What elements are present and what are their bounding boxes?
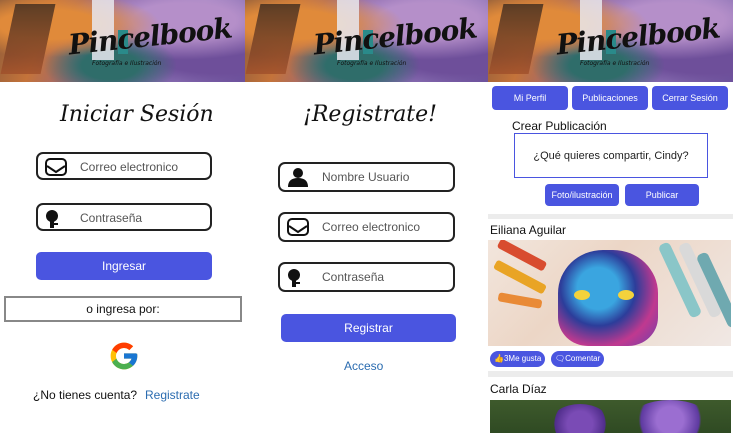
nav-my-profile[interactable]: Mi Perfil — [492, 86, 568, 110]
envelope-icon — [287, 218, 309, 236]
tagline: Fotografía e Ilustración — [92, 60, 162, 67]
email-placeholder: Correo electronico — [80, 160, 179, 174]
login-screen: Pincelbook Fotografía e Ilustración Inic… — [0, 0, 245, 433]
login-button[interactable]: Ingresar — [36, 252, 212, 280]
login-link[interactable]: Acceso — [344, 359, 383, 373]
post-image — [488, 240, 731, 346]
password-placeholder: Contraseña — [80, 211, 143, 225]
password-field[interactable]: Contraseña — [36, 203, 212, 231]
comment-button[interactable]: 🗨Comentar — [551, 351, 605, 367]
register-button[interactable]: Registrar — [281, 314, 456, 342]
thumbs-up-icon: 👍 — [494, 354, 504, 363]
password-placeholder: Contraseña — [322, 270, 385, 284]
user-icon — [288, 168, 308, 187]
envelope-icon — [45, 158, 67, 176]
banner-image: Pincelbook Fotografía e Ilustración — [245, 0, 488, 82]
username-placeholder: Nombre Usuario — [322, 170, 410, 184]
like-button[interactable]: 👍3Me gusta — [490, 351, 546, 367]
google-icon[interactable] — [108, 340, 140, 372]
create-post-title: Crear Publicación — [512, 119, 607, 133]
key-icon — [46, 210, 58, 228]
key-icon — [288, 269, 300, 287]
tagline: Fotografía e Ilustración — [337, 60, 407, 67]
tagline: Fotografía e Ilustración — [580, 60, 650, 67]
username-field[interactable]: Nombre Usuario — [278, 162, 455, 192]
comment-label: Comentar — [565, 354, 601, 363]
alt-login-box: o ingresa por: — [4, 296, 242, 322]
password-field[interactable]: Contraseña — [278, 262, 455, 292]
no-account-text: ¿No tienes cuenta? — [33, 388, 138, 402]
banner-image: Pincelbook Fotografía e Ilustración — [488, 0, 733, 82]
nav-logout[interactable]: Cerrar Sesión — [652, 86, 728, 110]
banner-image: Pincelbook Fotografía e Ilustración — [0, 0, 245, 82]
alt-login-label: o ingresa por: — [86, 302, 160, 316]
register-link[interactable]: Registrate — [145, 388, 200, 402]
comment-icon: 🗨 — [555, 354, 566, 363]
post-input-placeholder: ¿Qué quieres compartir, Cindy? — [533, 150, 689, 162]
nav-posts[interactable]: Publicaciones — [572, 86, 648, 110]
email-placeholder: Correo electronico — [322, 220, 421, 234]
feed-screen: Pincelbook Fotografía e Ilustración Mi P… — [488, 0, 733, 433]
login-title: Iniciar Sesión — [60, 102, 214, 127]
like-count: 3Me gusta — [503, 354, 542, 363]
register-screen: Pincelbook Fotografía e Ilustración ¡Reg… — [245, 0, 488, 433]
publish-button[interactable]: Publicar — [625, 184, 699, 206]
register-title: ¡Registrate! — [303, 102, 438, 127]
post-author: Eiliana Aguilar — [490, 223, 567, 237]
email-field[interactable]: Correo electronico — [36, 152, 212, 180]
email-field[interactable]: Correo electronico — [278, 212, 455, 242]
post-input[interactable]: ¿Qué quieres compartir, Cindy? — [514, 133, 708, 178]
post-image — [490, 400, 731, 433]
post-author: Carla Díaz — [490, 382, 547, 396]
photo-button[interactable]: Foto/ilustración — [545, 184, 619, 206]
